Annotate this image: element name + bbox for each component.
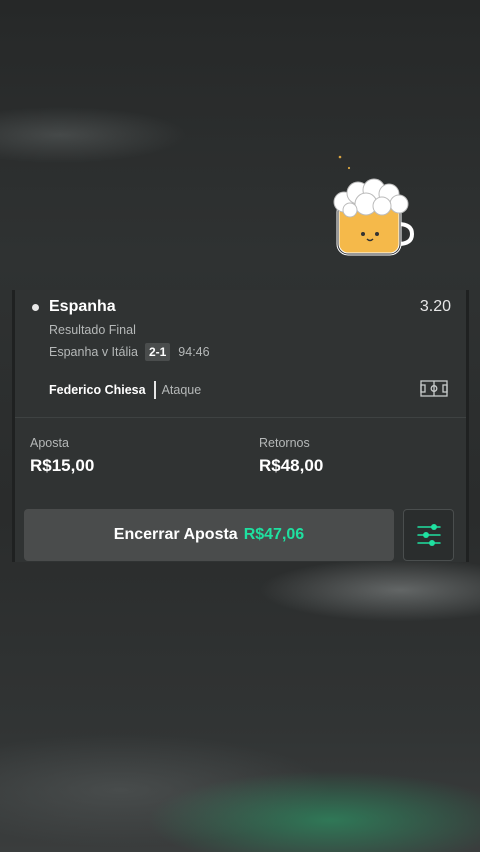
- cash-out-settings-button[interactable]: [403, 509, 454, 561]
- odds-value: 3.20: [419, 298, 451, 315]
- player-separator: [153, 381, 156, 399]
- returns-value: R$48,00: [259, 456, 324, 475]
- stake-label: Aposta: [30, 436, 69, 450]
- returns-label: Retornos: [259, 436, 310, 450]
- event-name[interactable]: Espanha v Itália: [49, 345, 138, 359]
- player-name: Federico Chiesa: [49, 383, 146, 397]
- football-pitch-icon[interactable]: [420, 380, 448, 397]
- cash-out-amount: R$47,06: [243, 526, 305, 543]
- selection-name: Espanha: [49, 298, 116, 315]
- beer-mug-sticker: [333, 155, 415, 256]
- card-divider: [15, 417, 466, 418]
- score-badge: 2-1: [144, 343, 171, 361]
- stake-value: R$15,00: [30, 456, 95, 475]
- player-row: Federico Chiesa Ataque: [49, 381, 201, 399]
- cash-out-label: Encerrar Aposta: [113, 526, 238, 543]
- event-row: Espanha v Itália 2-1 94:46: [49, 343, 210, 361]
- sliders-icon: [416, 524, 441, 546]
- live-dot: [32, 304, 39, 311]
- match-clock: 94:46: [178, 345, 210, 359]
- player-position: Ataque: [161, 383, 202, 397]
- cash-out-button[interactable]: Encerrar Aposta R$47,06: [24, 509, 394, 561]
- market-name: Resultado Final: [49, 323, 136, 337]
- bet-card: Espanha 3.20 Resultado Final Espanha v I…: [12, 290, 469, 562]
